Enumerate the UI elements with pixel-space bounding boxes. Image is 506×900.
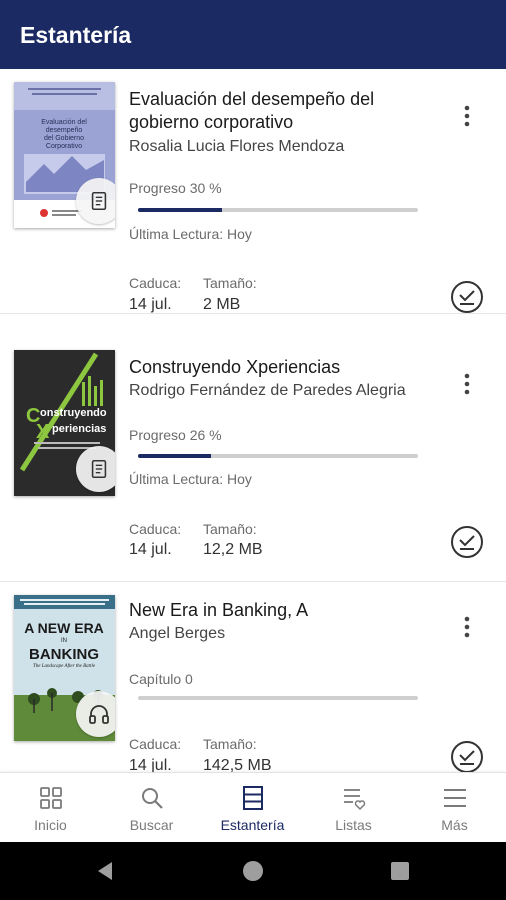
- cover-title-line: BANKING: [29, 646, 99, 663]
- size-value: 142,5 MB: [203, 757, 272, 772]
- book-author: Rodrigo Fernández de Paredes Alegria: [129, 382, 406, 399]
- app-bar: Estantería: [0, 0, 506, 69]
- book-cover[interactable]: A NEW ERA IN BANKING The Landscape After…: [14, 595, 115, 741]
- size-value: 2 MB: [203, 296, 241, 313]
- book-list[interactable]: Evaluación del desempeño del Gobierno Co…: [0, 69, 506, 772]
- cover-title-line: Evaluación del: [41, 119, 87, 126]
- nav-item-mas[interactable]: Más: [404, 773, 505, 843]
- expiry-value: 14 jul.: [129, 541, 172, 558]
- download-check-icon: [451, 281, 483, 313]
- nav-label: Inicio: [34, 817, 67, 833]
- nav-item-buscar[interactable]: Buscar: [101, 773, 202, 843]
- size-label: Tamaño:: [203, 275, 257, 291]
- nav-label: Estantería: [220, 817, 285, 833]
- downloaded-button[interactable]: [450, 280, 484, 314]
- headphones-icon: [89, 705, 109, 724]
- more-options-button[interactable]: [452, 99, 482, 133]
- downloaded-button[interactable]: [450, 525, 484, 559]
- progress-label: Progreso 26 %: [129, 427, 222, 443]
- book-author: Rosalia Lucia Flores Mendoza: [129, 138, 345, 155]
- bookshelf-icon: [243, 786, 263, 810]
- book-cover[interactable]: Evaluación del desempeño del Gobierno Co…: [14, 82, 115, 228]
- book-title[interactable]: Construyendo Xperiencias: [129, 356, 429, 379]
- menu-icon: [444, 789, 466, 807]
- progress-fill: [138, 208, 222, 212]
- home-icon[interactable]: [241, 859, 265, 883]
- book-cover[interactable]: C onstruyendo X periencias: [14, 350, 115, 496]
- grid-icon: [40, 787, 62, 809]
- chapter-label: Capítulo 0: [129, 671, 193, 687]
- book-title[interactable]: Evaluación del desempeño del gobierno co…: [129, 88, 429, 134]
- expiry-value: 14 jul.: [129, 757, 172, 772]
- cover-title-line: onstruyendo: [40, 407, 107, 419]
- download-check-icon: [451, 526, 483, 558]
- cover-title-line: Corporativo: [46, 143, 82, 150]
- cover-title-line: IN: [61, 638, 67, 644]
- nav-item-estanteria[interactable]: Estantería: [202, 773, 303, 843]
- downloaded-button[interactable]: [450, 740, 484, 772]
- nav-item-listas[interactable]: Listas: [303, 773, 404, 843]
- nav-label: Listas: [335, 817, 372, 833]
- svg-text:X: X: [36, 421, 50, 443]
- progress-bar: [138, 208, 418, 212]
- size-label: Tamaño:: [203, 521, 257, 537]
- cover-title-line: periencias: [52, 423, 106, 435]
- book-card[interactable]: Evaluación del desempeño del Gobierno Co…: [0, 69, 506, 314]
- format-badge: [76, 178, 115, 224]
- book-card[interactable]: C onstruyendo X periencias Construyendo …: [0, 337, 506, 582]
- page-title: Estantería: [20, 22, 132, 48]
- last-read-text: Última Lectura: Hoy: [129, 226, 252, 242]
- system-navigation-bar: [0, 842, 506, 900]
- book-card[interactable]: A NEW ERA IN BANKING The Landscape After…: [0, 582, 506, 772]
- book-title[interactable]: New Era in Banking, A: [129, 599, 429, 622]
- list-heart-icon: [344, 789, 366, 811]
- more-vertical-icon: [464, 373, 470, 395]
- document-icon: [91, 459, 107, 479]
- document-icon: [91, 191, 107, 211]
- progress-bar: [138, 454, 418, 458]
- cover-subtitle: The Landscape After the Battle: [33, 664, 96, 669]
- size-label: Tamaño:: [203, 736, 257, 752]
- more-options-button[interactable]: [452, 610, 482, 644]
- more-options-button[interactable]: [452, 367, 482, 401]
- expiry-value: 14 jul.: [129, 296, 172, 313]
- format-badge: [76, 691, 115, 737]
- cover-title-line: desempeño: [46, 127, 83, 134]
- cover-title-line: del Gobierno: [44, 135, 84, 142]
- progress-fill: [138, 454, 211, 458]
- progress-bar: [138, 696, 418, 700]
- book-author: Angel Berges: [129, 625, 226, 642]
- search-icon: [142, 788, 163, 809]
- nav-item-inicio[interactable]: Inicio: [0, 773, 101, 843]
- bottom-navigation: Inicio Buscar Estantería Listas Más: [0, 772, 506, 842]
- recents-icon[interactable]: [388, 859, 412, 883]
- download-check-icon: [451, 741, 483, 772]
- format-badge: [76, 446, 115, 492]
- last-read-text: Última Lectura: Hoy: [129, 471, 252, 487]
- more-vertical-icon: [464, 616, 470, 638]
- expiry-label: Caduca:: [129, 275, 182, 291]
- progress-label: Progreso 30 %: [129, 180, 222, 196]
- more-vertical-icon: [464, 105, 470, 127]
- expiry-label: Caduca:: [129, 521, 182, 537]
- back-icon[interactable]: [94, 859, 118, 883]
- cover-title-line: A NEW ERA: [24, 620, 104, 636]
- expiry-label: Caduca:: [129, 736, 182, 752]
- size-value: 12,2 MB: [203, 541, 263, 558]
- nav-label: Buscar: [129, 817, 174, 833]
- nav-label: Más: [441, 817, 468, 833]
